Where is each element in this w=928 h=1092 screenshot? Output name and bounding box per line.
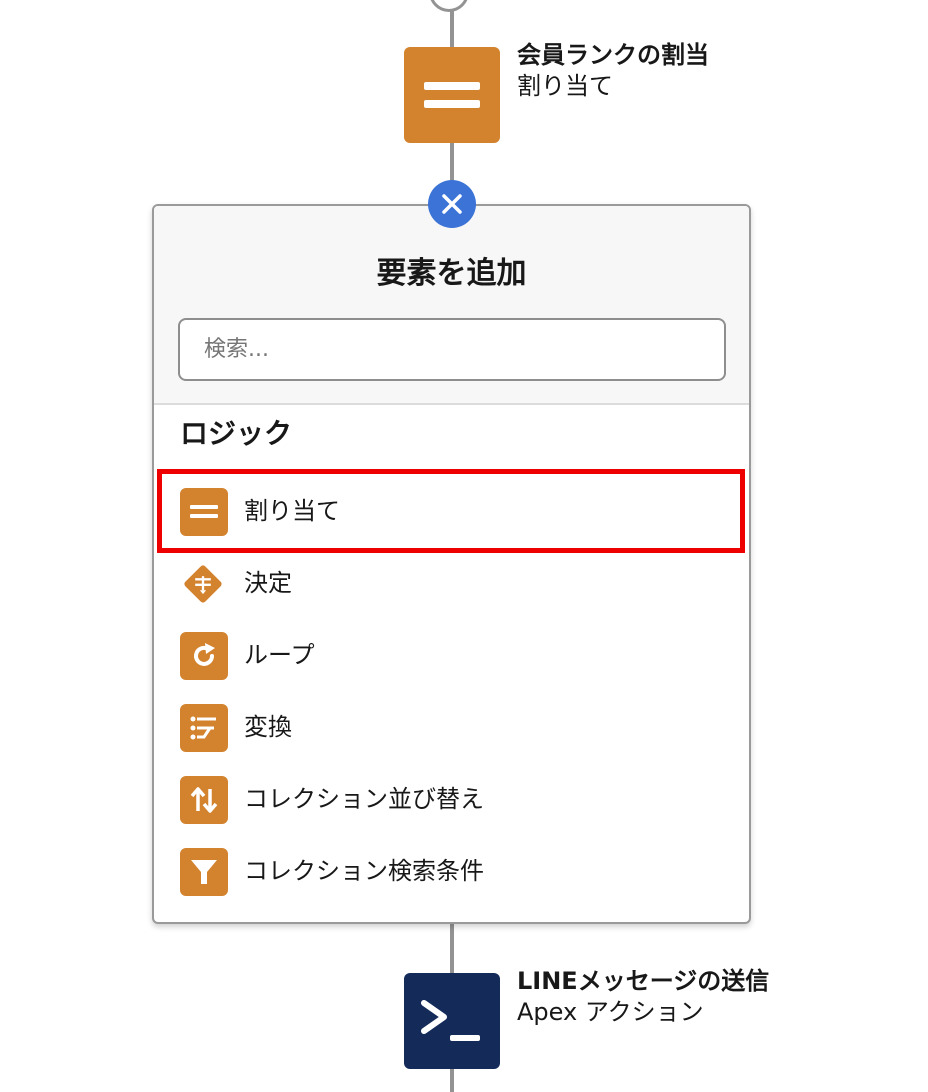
close-icon <box>442 194 462 214</box>
transform-icon <box>180 704 228 752</box>
section-title-logic: ロジック <box>180 417 293 450</box>
menu-item-label: コレクション検索条件 <box>244 857 484 885</box>
connector-line <box>450 922 454 974</box>
connector-line <box>450 10 454 48</box>
filter-funnel-icon <box>180 848 228 896</box>
menu-item-transform[interactable]: 変換 <box>158 692 746 764</box>
equals-icon <box>180 488 228 536</box>
close-panel-button[interactable] <box>428 180 476 228</box>
equals-icon <box>424 82 480 108</box>
apex-action-node[interactable] <box>404 973 500 1069</box>
flow-canvas: 会員ランクの割当 割り当て LINEメッセージの送信 Apex アクション 要素… <box>0 0 928 1092</box>
connector-line <box>450 1068 454 1092</box>
node-title: 会員ランクの割当 <box>517 41 709 69</box>
panel-title: 要素を追加 <box>376 256 527 291</box>
node-subtitle: 割り当て <box>517 72 613 100</box>
menu-item-label: ループ <box>244 641 315 669</box>
node-subtitle: Apex アクション <box>517 998 704 1026</box>
menu-item-label: コレクション並び替え <box>244 785 484 813</box>
terminal-icon <box>421 1000 480 1041</box>
menu-item-collection-filter[interactable]: コレクション検索条件 <box>158 836 746 908</box>
assignment-node[interactable] <box>404 47 500 143</box>
search-input[interactable] <box>178 318 726 381</box>
menu-item-label: 変換 <box>244 713 292 741</box>
apex-action-node-text: LINEメッセージの送信 Apex アクション <box>517 966 769 1028</box>
add-element-panel: 要素を追加 ロジック 割り当て <box>152 204 751 924</box>
menu-item-decision[interactable]: 決定 <box>158 548 746 620</box>
decision-diamond-icon <box>180 560 228 608</box>
panel-header: 要素を追加 <box>154 206 749 405</box>
assignment-node-text: 会員ランクの割当 割り当て <box>517 40 709 102</box>
node-title: LINEメッセージの送信 <box>517 967 770 995</box>
menu-item-assignment[interactable]: 割り当て <box>158 476 746 548</box>
menu-item-collection-sort[interactable]: コレクション並び替え <box>158 764 746 836</box>
menu-item-label: 決定 <box>244 569 292 597</box>
sort-arrows-icon <box>180 776 228 824</box>
add-element-circle-top[interactable] <box>429 0 469 12</box>
menu-item-label: 割り当て <box>244 497 340 525</box>
loop-arrow-icon <box>180 632 228 680</box>
menu-item-loop[interactable]: ループ <box>158 620 746 692</box>
